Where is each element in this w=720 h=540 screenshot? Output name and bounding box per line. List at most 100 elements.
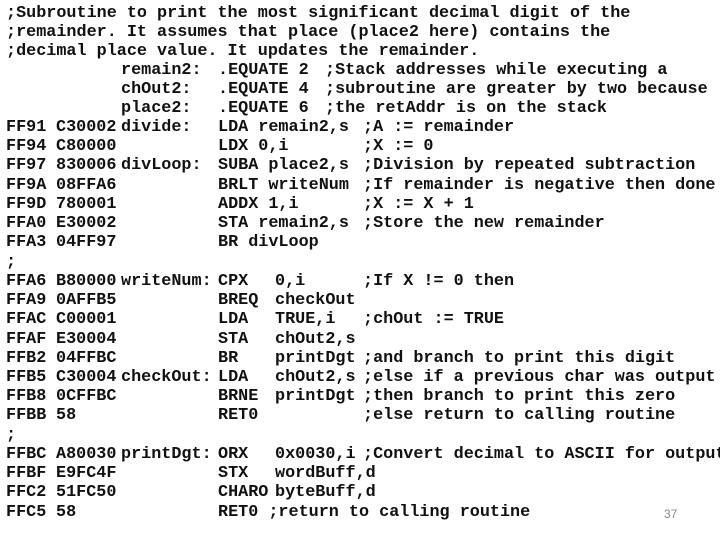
- address: FF9D: [6, 194, 47, 214]
- object-code: 0AFFB5: [56, 291, 117, 311]
- label: checkOut:: [121, 368, 212, 387]
- object-code: 51FC50: [56, 483, 117, 503]
- object-code: E30004: [56, 329, 117, 349]
- address: FFC2: [6, 483, 47, 503]
- object-code: 08FFA6: [56, 175, 117, 195]
- equate-label: chOut2:: [121, 80, 192, 99]
- object-code: B80000: [56, 272, 117, 291]
- instruction: RET0 ;return to calling routine: [218, 502, 531, 522]
- address: FF91: [6, 118, 47, 137]
- header-comment: ;decimal place value. It updates the rem…: [6, 42, 480, 61]
- operand: checkOut: [275, 291, 356, 311]
- operand: byteBuff,d: [275, 483, 376, 503]
- instruction: SUBA place2,s: [218, 156, 349, 176]
- label: divLoop:: [121, 156, 202, 176]
- equate-comment: ;subroutine are greater by two because: [325, 80, 708, 99]
- address: FFA3: [6, 233, 47, 253]
- instruction: BRNE: [218, 387, 259, 407]
- header-comment: ;remainder. It assumes that place (place…: [6, 23, 611, 42]
- operand: TRUE,i: [275, 310, 336, 330]
- instruction: BR: [218, 348, 239, 368]
- instruction: RET0: [218, 406, 259, 426]
- comment: ;If remainder is negative then done: [363, 175, 716, 195]
- object-code: C00001: [56, 310, 117, 330]
- address: FFBF: [6, 464, 47, 484]
- address: FFAC: [6, 310, 47, 330]
- instruction: ADDX 1,i: [218, 194, 299, 214]
- comment: ;If X != 0 then: [363, 272, 515, 291]
- equate-directive: .EQUATE 4: [218, 80, 309, 99]
- equate-line: place2: .EQUATE 6 ;the retAddr is on the…: [6, 99, 607, 118]
- object-code: 58: [56, 502, 77, 522]
- address: FFA9: [6, 291, 47, 311]
- address: FFAF: [6, 329, 47, 349]
- comment: ;and branch to print this digit: [363, 348, 676, 368]
- comment: ;A := remainder: [363, 118, 515, 137]
- comment: ;Store the new remainder: [363, 214, 605, 233]
- object-code: 04FFBC: [56, 348, 117, 368]
- comment: ;chOut := TRUE: [363, 310, 504, 330]
- equate-comment: ;Stack addresses while executing a: [325, 61, 668, 80]
- equate-label: remain2:: [121, 61, 202, 80]
- object-code: C80000: [56, 137, 117, 157]
- comment: ;Division by repeated subtraction: [363, 156, 696, 176]
- instruction: CHARO: [218, 483, 269, 503]
- address: FF97: [6, 156, 47, 176]
- address: FF9A: [6, 175, 47, 195]
- object-code: C30002: [56, 118, 117, 137]
- address: FFA0: [6, 214, 47, 233]
- label: divide:: [121, 118, 192, 137]
- instruction: ORX: [218, 445, 249, 464]
- instruction: LDX 0,i: [218, 137, 289, 157]
- comment: ;X := X + 1: [363, 194, 474, 214]
- address: FFB2: [6, 348, 47, 368]
- object-code: E30002: [56, 214, 117, 233]
- separator: ;: [6, 426, 17, 445]
- instruction: LDA: [218, 368, 249, 387]
- object-code: 58: [56, 406, 77, 426]
- object-code: 830006: [56, 156, 117, 176]
- equate-directive: .EQUATE 2: [218, 61, 309, 80]
- instruction: STX: [218, 464, 249, 484]
- object-code: C30004: [56, 368, 117, 387]
- equate-line: chOut2: .EQUATE 4 ;subroutine are greate…: [6, 80, 708, 99]
- object-code: A80030: [56, 445, 117, 464]
- address: FFC5: [6, 502, 47, 522]
- equate-directive: .EQUATE 6: [218, 99, 309, 118]
- instruction: CPX: [218, 272, 249, 291]
- operand: chOut2,s: [275, 329, 356, 349]
- comment: ;else return to calling routine: [363, 406, 676, 426]
- operand: 0x0030,i: [275, 445, 356, 464]
- object-code: 0CFFBC: [56, 387, 117, 407]
- label: printDgt:: [121, 445, 212, 464]
- equate-line: remain2: .EQUATE 2 ;Stack addresses whil…: [6, 61, 667, 80]
- address: FFBB: [6, 406, 47, 426]
- page-number: 37: [664, 507, 678, 521]
- address: FF94: [6, 137, 47, 157]
- header-comment: ;Subroutine to print the most significan…: [6, 4, 631, 23]
- label: writeNum:: [121, 272, 212, 291]
- comment: ;Convert decimal to ASCII for output: [363, 445, 720, 464]
- instruction: LDA remain2,s: [218, 118, 349, 137]
- instruction: BR divLoop: [218, 233, 319, 253]
- comment: ;then branch to print this zero: [363, 387, 676, 407]
- object-code: 780001: [56, 194, 117, 214]
- operand: printDgt: [275, 387, 356, 407]
- separator: ;: [6, 253, 17, 272]
- operand: chOut2,s: [275, 368, 356, 387]
- instruction: BRLT writeNum: [218, 175, 349, 195]
- operand: wordBuff,d: [275, 464, 376, 484]
- address: FFBC: [6, 445, 47, 464]
- address: FFB5: [6, 368, 47, 387]
- comment: ;X := 0: [363, 137, 434, 157]
- object-code: E9FC4F: [56, 464, 117, 484]
- operand: printDgt: [275, 348, 356, 368]
- object-code: 04FF97: [56, 233, 117, 253]
- equate-label: place2:: [121, 99, 192, 118]
- address: FFB8: [6, 387, 47, 407]
- instruction: STA remain2,s: [218, 214, 349, 233]
- comment: ;else if a previous char was output: [363, 368, 716, 387]
- instruction: STA: [218, 329, 249, 349]
- code-slide: ;Subroutine to print the most significan…: [0, 0, 720, 540]
- instruction: BREQ: [218, 291, 259, 311]
